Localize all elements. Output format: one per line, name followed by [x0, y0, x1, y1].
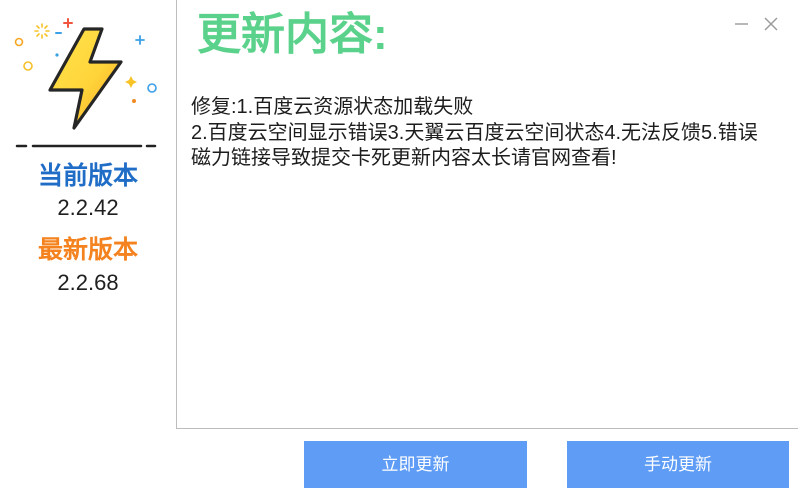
sparkle-icon	[34, 23, 50, 39]
current-version-label: 当前版本	[37, 162, 138, 190]
circle-decoration	[147, 83, 157, 93]
close-icon	[764, 17, 778, 31]
latest-version-label: 最新版本	[37, 236, 138, 264]
manual-update-button[interactable]: 手动更新	[567, 441, 789, 488]
plus-icon	[63, 18, 73, 28]
update-dialog: 当前版本 2.2.42 最新版本 2.2.68 更新内容: 修复:1.百度云资源…	[0, 0, 798, 491]
circle-decoration	[23, 61, 33, 71]
update-content-box	[176, 0, 798, 429]
lightning-icon	[14, 18, 157, 130]
dot-decoration	[132, 99, 136, 103]
lightning-bolt	[48, 27, 123, 130]
update-now-button[interactable]: 立即更新	[304, 441, 527, 488]
update-notes: 修复:1.百度云资源状态加载失败 2.百度云空间显示错误3.天翼云百度云空间状态…	[191, 95, 758, 172]
update-notes-line: 磁力链接导致提交卡死更新内容太长请官网查看!	[191, 147, 617, 169]
star-icon	[125, 76, 137, 88]
update-notes-line: 修复:1.百度云资源状态加载失败	[191, 96, 474, 118]
update-notes-line: 2.百度云空间显示错误3.天翼云百度云空间状态4.无法反馈5.错误	[191, 121, 758, 144]
close-button[interactable]	[761, 14, 781, 34]
page-title: 更新内容:	[197, 10, 388, 59]
sidebar: 当前版本 2.2.42 最新版本 2.2.68	[0, 0, 176, 428]
minimize-button[interactable]	[731, 14, 751, 34]
current-version-value: 2.2.42	[57, 195, 119, 220]
minimize-icon	[735, 23, 748, 25]
latest-version-value: 2.2.68	[57, 270, 119, 295]
plus-icon	[135, 35, 145, 45]
dot-decoration	[55, 53, 59, 57]
circle-decoration	[14, 37, 24, 47]
sidebar-separator	[15, 144, 157, 148]
